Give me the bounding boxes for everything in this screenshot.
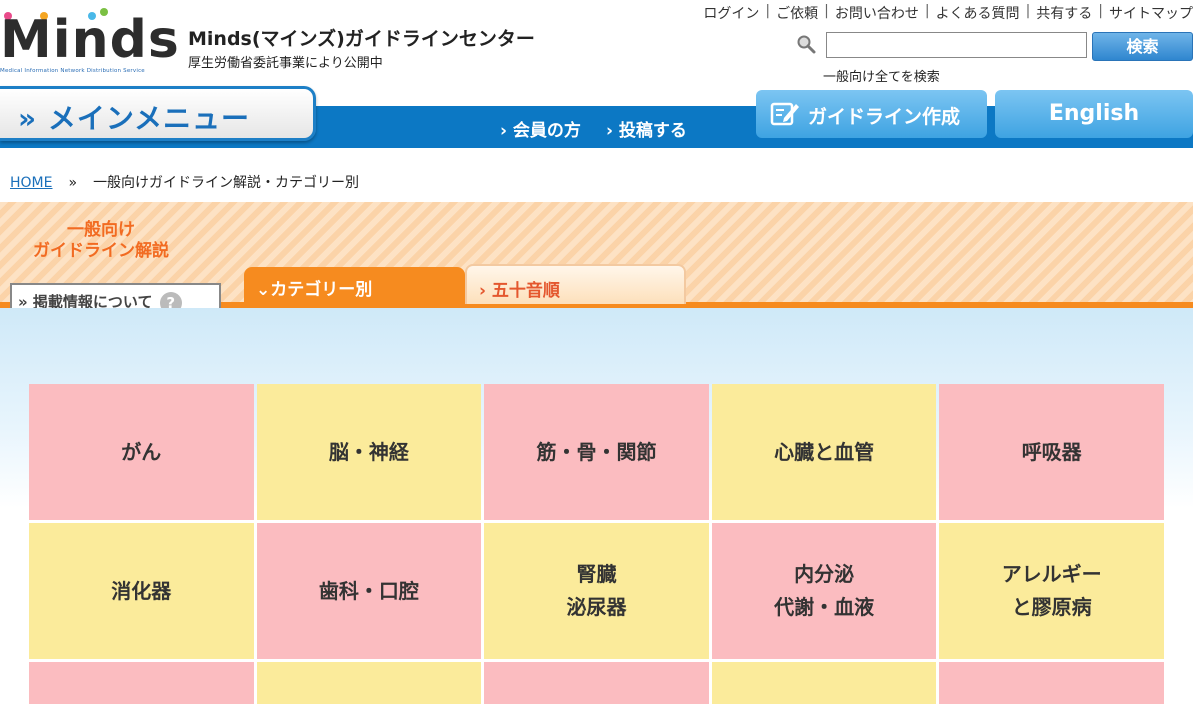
category-tile[interactable]: 脳・神経: [256, 384, 482, 520]
minds-logo[interactable]: Minds Medical Information Network Distri…: [0, 8, 179, 78]
category-tile[interactable]: [256, 662, 482, 704]
category-tile[interactable]: [29, 662, 254, 704]
category-tile[interactable]: がん: [29, 384, 254, 520]
breadcrumb-separator: »: [68, 175, 78, 191]
guideline-create-button[interactable]: ガイドライン作成: [756, 90, 987, 138]
main-menu-label: » メインメニュー: [18, 102, 250, 135]
faq-link[interactable]: よくある質問: [936, 3, 1020, 23]
top-links: ログイン | ご依頼 | お問い合わせ | よくある質問 | 共有する | サイトマップ: [703, 3, 1193, 23]
category-tile[interactable]: 筋・骨・関節: [484, 384, 709, 520]
breadcrumb-current: 一般向けガイドライン解説・カテゴリー別: [93, 175, 360, 191]
section-title-line2: ガイドライン解説: [33, 241, 169, 261]
english-button[interactable]: English: [995, 90, 1193, 138]
login-link[interactable]: ログイン: [703, 3, 759, 23]
category-tile[interactable]: [484, 662, 709, 704]
share-link[interactable]: 共有する: [1036, 3, 1092, 23]
request-link[interactable]: ご依頼: [776, 3, 818, 23]
category-tile[interactable]: 消化器: [29, 523, 254, 659]
category-tile[interactable]: 歯科・口腔: [256, 523, 482, 659]
search-button[interactable]: 検索: [1092, 32, 1193, 61]
pencil-note-icon: [770, 102, 799, 126]
sitemap-link[interactable]: サイトマップ: [1109, 3, 1193, 23]
tab-syllabary[interactable]: › 五十音順: [465, 264, 686, 304]
category-tile[interactable]: アレルギー と膠原病: [939, 523, 1164, 659]
search-icon: [797, 35, 816, 54]
logo-text: Minds: [0, 10, 180, 70]
submit-link[interactable]: › 投稿する: [606, 116, 687, 141]
site-subtitle: 厚生労働省委託事業により公開中: [188, 56, 383, 71]
guideline-create-label: ガイドライン作成: [808, 106, 961, 128]
category-tile[interactable]: 呼吸器: [939, 384, 1164, 520]
category-tile[interactable]: [711, 662, 937, 704]
category-tile[interactable]: 心臓と血管: [711, 384, 937, 520]
search-note: 一般向け全てを検索: [823, 70, 940, 85]
logo-subtext: Medical Information Network Distribution…: [0, 68, 145, 74]
category-tile[interactable]: [939, 662, 1164, 704]
section-title-line1: 一般向け: [67, 220, 135, 240]
search-input[interactable]: [826, 32, 1087, 58]
site-title: Minds(マインズ)ガイドラインセンター: [188, 28, 535, 50]
contact-link[interactable]: お問い合わせ: [835, 3, 919, 23]
main-menu-button[interactable]: » メインメニュー: [0, 86, 316, 141]
breadcrumb-home[interactable]: HOME: [10, 175, 52, 191]
category-tile[interactable]: 腎臓 泌尿器: [484, 523, 709, 659]
category-grid: がん 脳・神経 筋・骨・関節 心臓と血管 呼吸器消化器 歯科・口腔 腎臓 泌尿器 内分泌 代謝…: [29, 384, 1164, 704]
member-link[interactable]: › 会員の方: [500, 116, 581, 141]
tab-category[interactable]: ⌄カテゴリー別: [244, 267, 465, 304]
category-tile[interactable]: 内分泌 代謝・血液: [711, 523, 937, 659]
breadcrumb: HOME » 一般向けガイドライン解説・カテゴリー別: [10, 172, 359, 192]
section-title: 一般向け ガイドライン解説: [33, 220, 169, 262]
